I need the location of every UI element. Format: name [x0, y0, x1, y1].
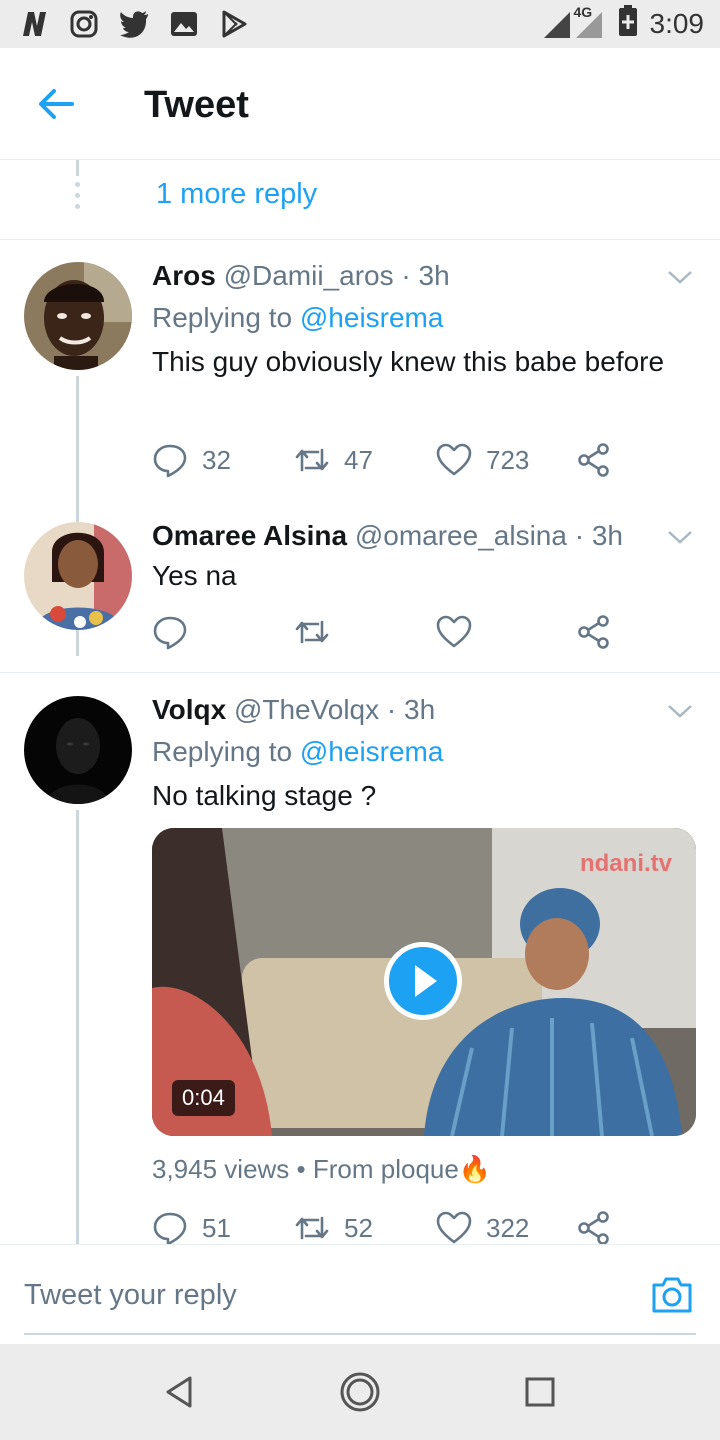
- tweet-text: No talking stage ?: [152, 780, 377, 811]
- user-handle[interactable]: @omaree_alsina: [355, 520, 567, 551]
- home-circle-icon[interactable]: [338, 1370, 382, 1414]
- reply-button[interactable]: [152, 612, 188, 652]
- thread-line: [76, 160, 79, 176]
- divider: [0, 672, 720, 673]
- retweet-icon: [295, 1216, 329, 1240]
- retweet-button[interactable]: 47: [294, 440, 373, 480]
- play-icon: [415, 965, 437, 997]
- user-handle[interactable]: @Damii_aros: [224, 260, 394, 291]
- back-arrow-icon[interactable]: [36, 84, 76, 124]
- thread-dots: [74, 182, 81, 216]
- tweet-text: Yes na: [152, 560, 237, 591]
- timestamp: · 3h: [401, 260, 450, 291]
- input-underline: [24, 1333, 696, 1335]
- views-text: 3,945 views: [152, 1154, 290, 1184]
- reply-button[interactable]: 32: [152, 440, 231, 480]
- video-watermark: ndani.tv: [579, 850, 672, 877]
- gallery-icon: [168, 8, 200, 40]
- tweet-text: This guy obviously knew this babe before: [152, 346, 665, 377]
- battery-icon: [618, 4, 638, 44]
- retweet-count: 52: [344, 1212, 373, 1243]
- reply-count: 51: [202, 1212, 231, 1243]
- timestamp: · 3h: [574, 520, 623, 551]
- replying-to: Replying to @heisrema: [152, 736, 443, 768]
- tweet-omaree[interactable]: Omaree Alsina @omaree_alsina · 3h Yes na: [0, 500, 720, 672]
- tweet-header: Omaree Alsina @omaree_alsina · 3h: [152, 520, 623, 552]
- avatar[interactable]: [24, 262, 132, 370]
- replying-prefix: Replying to: [152, 736, 293, 767]
- share-icon: [578, 615, 609, 649]
- heart-icon: [436, 1211, 472, 1244]
- more-replies-row[interactable]: 1 more reply: [0, 160, 720, 240]
- like-button[interactable]: 723: [436, 440, 529, 480]
- instagram-icon: [68, 8, 100, 40]
- camera-icon[interactable]: [650, 1273, 694, 1317]
- retweet-icon: [295, 448, 329, 472]
- recents-square-icon[interactable]: [518, 1370, 562, 1414]
- reply-icon: [153, 1212, 187, 1246]
- chevron-down-icon[interactable]: [666, 268, 694, 288]
- chevron-down-icon[interactable]: [666, 528, 694, 548]
- tweet-header: Volqx @TheVolqx · 3h: [152, 694, 435, 726]
- reply-composer: Tweet your reply: [0, 1244, 720, 1344]
- play-store-icon: [218, 8, 250, 40]
- share-button[interactable]: [576, 1208, 612, 1248]
- reply-input[interactable]: Tweet your reply: [24, 1279, 237, 1312]
- heart-icon: [436, 443, 472, 476]
- android-nav-bar: [0, 1344, 720, 1440]
- reply-button[interactable]: 51: [152, 1208, 231, 1248]
- user-handle[interactable]: @TheVolqx: [234, 694, 379, 725]
- share-icon: [578, 1211, 609, 1245]
- status-bar: 4G 3:09: [0, 0, 720, 48]
- avatar[interactable]: [24, 696, 132, 804]
- retweet-icon: [295, 620, 329, 644]
- reply-count: 32: [202, 444, 231, 475]
- retweet-count: 47: [344, 444, 373, 475]
- clock: 3:09: [649, 8, 705, 39]
- timestamp: · 3h: [386, 694, 436, 725]
- tweet-actions: [152, 612, 622, 652]
- video-duration: 0:04: [172, 1080, 235, 1116]
- page-title: Tweet: [144, 84, 249, 126]
- thread-line: [76, 810, 79, 1244]
- retweet-button[interactable]: 52: [294, 1208, 373, 1248]
- network-type: 4G: [573, 4, 593, 20]
- share-button[interactable]: [576, 440, 612, 480]
- like-button[interactable]: [436, 612, 472, 652]
- app-header: Tweet: [0, 48, 720, 160]
- heart-icon: [436, 615, 472, 648]
- like-button[interactable]: 322: [436, 1208, 529, 1248]
- tweet-aros[interactable]: Aros @Damii_aros · 3h Replying to @heisr…: [0, 240, 720, 656]
- video-player[interactable]: ndani.tv 0:04: [152, 828, 696, 1136]
- reply-icon: [153, 444, 187, 478]
- back-triangle-icon[interactable]: [158, 1370, 202, 1414]
- reply-icon: [153, 616, 187, 650]
- like-count: 723: [486, 444, 530, 475]
- more-replies-link[interactable]: 1 more reply: [156, 178, 317, 211]
- chevron-down-icon[interactable]: [666, 702, 694, 722]
- video-source[interactable]: • From ploque🔥: [297, 1154, 492, 1184]
- replying-to: Replying to @heisrema: [152, 302, 443, 334]
- share-button[interactable]: [576, 612, 612, 652]
- tweet-header: Aros @Damii_aros · 3h: [152, 260, 450, 292]
- mention-link[interactable]: @heisrema: [300, 736, 444, 767]
- like-count: 322: [486, 1212, 530, 1243]
- display-name[interactable]: Volqx: [152, 694, 226, 725]
- share-icon: [578, 443, 609, 477]
- avatar[interactable]: [24, 522, 132, 630]
- view-count: 3,945 views • From ploque🔥: [152, 1154, 491, 1185]
- display-name[interactable]: Omaree Alsina: [152, 520, 347, 551]
- signal-icon: 4G: [542, 4, 606, 40]
- mention-link[interactable]: @heisrema: [300, 302, 444, 333]
- tweet-actions: 32 47 723: [152, 440, 622, 480]
- display-name[interactable]: Aros: [152, 260, 216, 291]
- play-button[interactable]: [384, 942, 462, 1020]
- replying-prefix: Replying to: [152, 302, 293, 333]
- n-icon: [18, 8, 50, 40]
- retweet-button[interactable]: [294, 612, 330, 652]
- twitter-icon: [118, 8, 150, 40]
- tweet-actions: 51 52 322: [152, 1208, 622, 1248]
